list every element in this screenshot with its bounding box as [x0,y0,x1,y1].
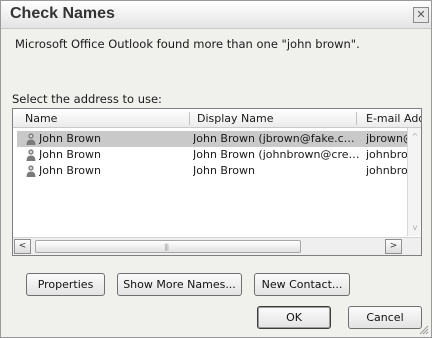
scroll-thumb[interactable]: ||| [35,240,301,253]
column-divider[interactable] [189,112,190,125]
vertical-scrollbar[interactable]: ^ v [407,128,421,236]
new-contact-button[interactable]: New Contact... [254,273,350,296]
title-bar[interactable]: Check Names ✕ [1,1,431,29]
column-divider[interactable] [356,112,357,125]
row-name: John Brown [39,132,101,145]
row-display-name: John Brown [193,164,255,177]
scroll-right-icon[interactable]: > [385,239,402,254]
row-name: John Brown [39,164,101,177]
scroll-up-icon[interactable]: ^ [409,131,421,143]
check-names-dialog: Check Names ✕ Microsoft Office Outlook f… [0,0,432,338]
row-email: jbrown@f [366,132,409,145]
close-icon[interactable]: ✕ [413,7,429,23]
row-display-name: John Brown (jbrown@fake.c… [193,132,355,145]
list-item[interactable]: John Brown John Brown (jbrown@fake.c… jb… [17,131,409,147]
column-header-email[interactable]: E-mail Addr [366,112,421,125]
show-more-names-button[interactable]: Show More Names... [117,273,242,296]
column-header-display-name[interactable]: Display Name [197,112,274,125]
info-message: Microsoft Office Outlook found more than… [15,37,360,51]
column-header-name[interactable]: Name [25,112,57,125]
list-item[interactable]: John Brown John Brown (johnbrown@cre… jo… [17,147,409,163]
row-name: John Brown [39,148,101,161]
person-icon [26,133,36,145]
select-address-label: Select the address to use: [12,92,162,106]
cancel-button[interactable]: Cancel [348,306,422,329]
person-icon [26,149,36,161]
ok-button[interactable]: OK [257,306,331,329]
person-icon [26,165,36,177]
horizontal-scrollbar[interactable]: < ||| > [13,237,421,255]
scroll-left-icon[interactable]: < [14,239,31,254]
row-email: johnbrow [366,148,409,161]
address-list[interactable]: Name Display Name E-mail Addr John Brown… [12,108,422,256]
resize-grip-icon[interactable] [419,325,429,335]
dialog-title: Check Names [10,5,115,22]
grip-icon: ||| [164,243,169,251]
scroll-down-icon[interactable]: v [409,222,421,234]
list-item[interactable]: John Brown John Brown johnbrow [17,163,409,179]
properties-button[interactable]: Properties [26,273,105,296]
list-header: Name Display Name E-mail Addr [13,109,421,128]
row-email: johnbrow [366,164,409,177]
row-display-name: John Brown (johnbrown@cre… [193,148,360,161]
